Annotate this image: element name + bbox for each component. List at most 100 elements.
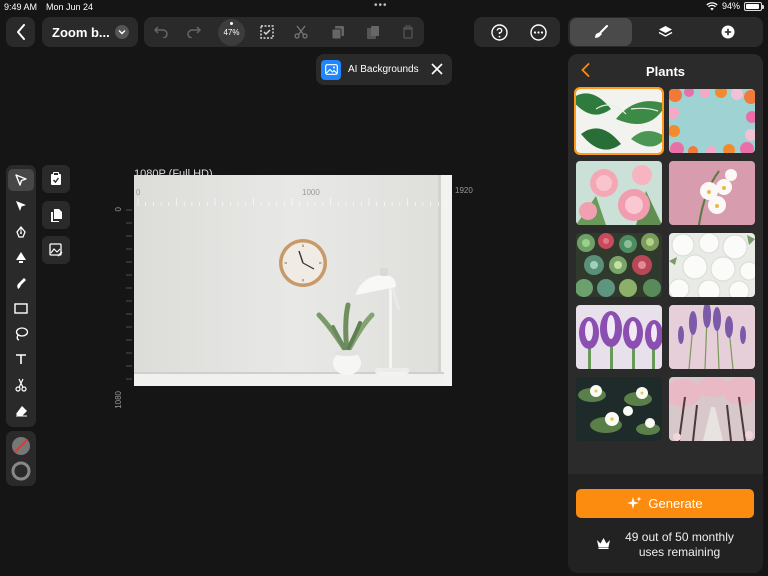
status-bar: 9:49 AM Mon Jun 24 ••• 94% <box>0 0 768 14</box>
zoom-level-button[interactable]: 47% <box>218 19 245 46</box>
thumbnail-succulents[interactable] <box>576 233 662 297</box>
document-title: Zoom b... <box>52 24 110 40</box>
thumbnail-white-orchids[interactable] <box>669 161 755 225</box>
multitasking-dots-icon[interactable]: ••• <box>374 0 388 11</box>
node-pen-icon <box>16 251 26 263</box>
scissors-icon <box>294 25 308 39</box>
thumbnail-water-lilies[interactable] <box>576 377 662 441</box>
panel-title: Plants <box>645 64 685 79</box>
document-title-menu[interactable]: Zoom b... <box>42 17 138 47</box>
wifi-icon <box>706 1 718 10</box>
thumbnail-pink-peonies[interactable] <box>576 161 662 225</box>
clipboard-check-button[interactable] <box>42 165 70 193</box>
arrow-filled-icon <box>16 200 26 211</box>
thumbnail-monstera[interactable] <box>574 87 664 155</box>
tab-brush[interactable] <box>570 18 632 46</box>
status-time: 9:49 AM <box>4 2 38 12</box>
sparkles-icon <box>627 496 642 509</box>
ruler-v-start-label: 0 <box>114 207 123 212</box>
undo-button[interactable] <box>147 17 175 47</box>
crown-icon <box>597 538 610 549</box>
vertical-ruler[interactable] <box>112 206 134 386</box>
tool-brush[interactable] <box>8 272 34 294</box>
canvas-artboard[interactable]: 0 1000 <box>134 175 452 386</box>
help-button[interactable] <box>484 17 514 47</box>
tool-node[interactable] <box>8 246 34 268</box>
color-palette <box>6 431 36 486</box>
generate-button[interactable]: Generate <box>576 489 754 518</box>
lasso-icon <box>15 327 28 341</box>
ellipsis-circle-icon <box>529 23 547 41</box>
more-options-button[interactable] <box>523 17 553 47</box>
stroke-ring-icon <box>11 461 31 481</box>
trash-icon <box>403 25 413 39</box>
thumbnail-purple-tulips[interactable] <box>576 305 662 369</box>
image-adjust-button[interactable] <box>42 236 70 264</box>
stroke-color[interactable] <box>8 460 34 482</box>
tool-eraser[interactable] <box>8 400 34 422</box>
select-all-button[interactable] <box>253 17 281 47</box>
image-icon <box>321 59 341 80</box>
cut-button[interactable] <box>287 17 315 47</box>
ai-backgrounds-label: AI Backgrounds <box>348 64 419 75</box>
cut-path-icon <box>15 378 27 392</box>
undo-icon <box>154 26 168 38</box>
usage-info: 49 out of 50 monthly uses remaining <box>568 530 763 560</box>
ruler-label: 0 <box>136 188 141 197</box>
ruler-v-end-label: 1080 <box>114 391 123 409</box>
ai-backgrounds-panel: Plants Generate 49 out of 50 monthly use… <box>568 54 763 573</box>
tool-select[interactable] <box>8 169 34 191</box>
text-t-icon <box>16 354 26 364</box>
document-copy-icon <box>50 208 62 222</box>
ruler-label: 1000 <box>302 188 320 197</box>
ai-backgrounds-chip[interactable]: AI Backgrounds <box>316 54 452 85</box>
tool-scissors[interactable] <box>8 374 34 396</box>
duplicate-doc-button[interactable] <box>42 201 70 229</box>
no-fill-icon <box>12 437 30 455</box>
status-date: Mon Jun 24 <box>46 2 94 12</box>
edit-toolbar: 47% <box>144 17 424 47</box>
thumbnail-lavender[interactable] <box>669 305 755 369</box>
thumbnail-white-roses[interactable] <box>669 233 755 297</box>
rectangle-icon <box>14 302 28 314</box>
tool-text[interactable] <box>8 348 34 370</box>
brush-icon <box>595 25 608 38</box>
paste-icon <box>367 25 379 39</box>
tool-rectangle[interactable] <box>8 297 34 319</box>
tab-add[interactable] <box>697 18 759 46</box>
copy-icon <box>331 25 344 39</box>
back-button[interactable] <box>6 17 35 47</box>
battery-percent: 94% <box>721 1 740 11</box>
image-edit-icon <box>49 243 63 257</box>
horizontal-ruler[interactable]: 0 1000 <box>134 182 452 212</box>
help-menu-group <box>474 17 560 47</box>
paste-button[interactable] <box>359 17 387 47</box>
copy-button[interactable] <box>324 17 352 47</box>
chevron-left-icon <box>16 24 25 40</box>
generate-label: Generate <box>648 496 703 511</box>
thumbnail-flower-frame[interactable] <box>669 89 755 153</box>
tool-lasso[interactable] <box>8 323 34 345</box>
thumbnail-cherry-blossom-path[interactable] <box>669 377 755 441</box>
dashed-select-check-icon <box>260 25 274 39</box>
ruler-h-end-label: 1920 <box>455 186 473 195</box>
tool-pen[interactable] <box>8 221 34 243</box>
redo-button[interactable] <box>180 17 208 47</box>
battery-icon <box>744 1 764 11</box>
question-circle-icon <box>490 23 508 41</box>
tool-direct-select[interactable] <box>8 195 34 217</box>
fill-color-none[interactable] <box>8 435 34 457</box>
arrow-pointer-icon <box>15 173 27 186</box>
layers-icon <box>658 26 672 37</box>
panel-tabs <box>568 17 763 47</box>
pen-nib-icon <box>16 225 26 238</box>
paint-brush-icon <box>17 277 26 289</box>
chevron-down-icon <box>115 25 129 39</box>
plus-circle-icon <box>721 25 735 39</box>
eraser-icon <box>15 406 27 417</box>
delete-button[interactable] <box>394 17 422 47</box>
close-icon[interactable] <box>431 62 443 80</box>
tab-layers[interactable] <box>634 18 696 46</box>
tool-palette <box>6 165 36 427</box>
clipboard-check-icon <box>51 172 61 185</box>
